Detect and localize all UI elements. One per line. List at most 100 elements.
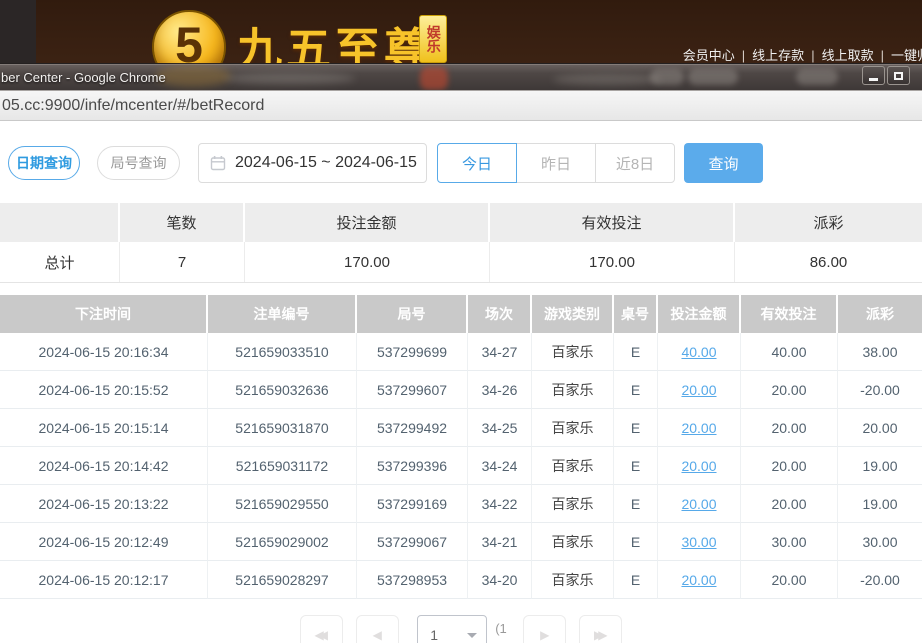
round-id: 537299492 xyxy=(357,409,468,447)
col-game: 游戏类别 xyxy=(532,295,614,333)
bet-time: 2024-06-15 20:16:34 xyxy=(0,333,208,371)
bet-amount-link[interactable]: 20.00 xyxy=(681,420,716,436)
col-valid-bet: 有效投注 xyxy=(741,295,838,333)
logo-badge: 娱乐 xyxy=(419,15,447,63)
blurred-decoration xyxy=(553,74,661,85)
summary-header-row: 笔数 投注金额 有效投注 派彩 xyxy=(0,203,922,242)
session: 34-24 xyxy=(468,447,532,485)
minimize-button[interactable] xyxy=(862,66,885,85)
round-id: 537299699 xyxy=(357,333,468,371)
table-row: 2024-06-15 20:16:34 521659033510 5372996… xyxy=(0,333,922,371)
bet-amount-link[interactable]: 20.00 xyxy=(681,496,716,512)
summary-header-bet-amount: 投注金额 xyxy=(245,203,490,242)
bet-amount-cell: 30.00 xyxy=(658,523,741,561)
bet-time: 2024-06-15 20:14:42 xyxy=(0,447,208,485)
total-label: 总计 xyxy=(0,242,120,282)
valid-bet: 20.00 xyxy=(741,561,838,599)
total-bet-amount: 170.00 xyxy=(245,242,490,282)
round-id: 537299067 xyxy=(357,523,468,561)
valid-bet: 20.00 xyxy=(741,371,838,409)
session: 34-22 xyxy=(468,485,532,523)
bet-amount-cell: 20.00 xyxy=(658,447,741,485)
col-session: 场次 xyxy=(468,295,532,333)
first-page-button[interactable]: ◀◀ xyxy=(300,615,343,643)
table-no: E xyxy=(614,371,658,409)
payout-cell: 19.00 xyxy=(838,447,922,485)
table-no: E xyxy=(614,485,658,523)
round-query-tab[interactable]: 局号查询 xyxy=(97,146,180,180)
game-type: 百家乐 xyxy=(532,333,614,371)
last-page-button[interactable]: ▶▶ xyxy=(579,615,622,643)
search-button[interactable]: 查询 xyxy=(684,143,763,183)
bet-time: 2024-06-15 20:12:17 xyxy=(0,561,208,599)
browser-titlebar[interactable]: ber Center - Google Chrome xyxy=(0,63,922,90)
bet-amount-link[interactable]: 30.00 xyxy=(681,534,716,550)
summary-header-payout: 派彩 xyxy=(735,203,922,242)
screen: 5 九五至尊 娱乐 会员中心|线上存款|线上取款|一键归 ber Center … xyxy=(0,0,922,643)
censored-blur xyxy=(688,69,738,85)
maximize-icon xyxy=(894,72,903,80)
calendar-icon xyxy=(210,155,226,171)
col-round: 局号 xyxy=(357,295,468,333)
col-time: 下注时间 xyxy=(0,295,208,333)
blurred-logo-ghost xyxy=(155,65,231,87)
table-row: 2024-06-15 20:15:14 521659031870 5372994… xyxy=(0,409,922,447)
table-no: E xyxy=(614,409,658,447)
dropdown-arrow-icon xyxy=(467,633,477,638)
maximize-button[interactable] xyxy=(887,66,910,85)
bet-amount-cell: 20.00 xyxy=(658,485,741,523)
game-type: 百家乐 xyxy=(532,561,614,599)
valid-bet: 20.00 xyxy=(741,485,838,523)
today-button[interactable]: 今日 xyxy=(437,143,517,183)
next-page-button[interactable]: ▶ xyxy=(523,615,566,643)
bet-id: 521659033510 xyxy=(208,333,357,371)
bet-amount-link[interactable]: 20.00 xyxy=(681,458,716,474)
bet-id: 521659032636 xyxy=(208,371,357,409)
date-query-tab[interactable]: 日期查询 xyxy=(8,146,80,180)
nav-withdraw[interactable]: 线上取款 xyxy=(822,48,874,63)
valid-bet: 30.00 xyxy=(741,523,838,561)
session: 34-26 xyxy=(468,371,532,409)
yesterday-button[interactable]: 昨日 xyxy=(516,143,596,183)
nav-separator: | xyxy=(742,48,745,63)
table-row: 2024-06-15 20:13:22 521659029550 5372991… xyxy=(0,485,922,523)
table-row: 2024-06-15 20:15:52 521659032636 5372996… xyxy=(0,371,922,409)
bet-amount-link[interactable]: 40.00 xyxy=(681,344,716,360)
address-bar[interactable]: 05.cc:9900/infe/mcenter/#/betRecord xyxy=(0,90,922,121)
bet-id: 521659029550 xyxy=(208,485,357,523)
bet-record-table: 下注时间 注单编号 局号 场次 游戏类别 桌号 投注金额 有效投注 派彩 202… xyxy=(0,295,922,599)
blurred-decoration xyxy=(225,73,355,84)
blurred-badge-seal xyxy=(420,67,448,90)
date-range-input[interactable]: 2024-06-15 ~ 2024-06-15 xyxy=(198,143,427,183)
bet-time: 2024-06-15 20:15:14 xyxy=(0,409,208,447)
table-header-row: 下注时间 注单编号 局号 场次 游戏类别 桌号 投注金额 有效投注 派彩 xyxy=(0,295,922,333)
page-select[interactable]: 1 xyxy=(417,615,487,643)
page-select-value: 1 xyxy=(430,627,438,643)
nav-deposit[interactable]: 线上存款 xyxy=(752,48,804,63)
bet-id: 521659031172 xyxy=(208,447,357,485)
payout-cell: -20.00 xyxy=(838,561,922,599)
nav-separator: | xyxy=(811,48,814,63)
round-id: 537299607 xyxy=(357,371,468,409)
prev-page-button[interactable]: ◀ xyxy=(356,615,399,643)
bet-amount-link[interactable]: 20.00 xyxy=(681,382,716,398)
round-id: 537299169 xyxy=(357,485,468,523)
nav-separator: | xyxy=(881,48,884,63)
summary-header-count: 笔数 xyxy=(120,203,245,242)
last8days-button[interactable]: 近8日 xyxy=(595,143,675,183)
nav-one-key[interactable]: 一键归 xyxy=(891,48,922,63)
session: 34-27 xyxy=(468,333,532,371)
session: 34-25 xyxy=(468,409,532,447)
pagination: ◀◀ ◀ 1 (1 ▶ ▶▶ xyxy=(0,615,922,643)
nav-member-center[interactable]: 会员中心 xyxy=(683,48,735,63)
prev-page-icon: ◀ xyxy=(373,628,382,642)
summary-total-row: 总计 7 170.00 170.00 86.00 xyxy=(0,242,922,283)
table-no: E xyxy=(614,561,658,599)
bet-amount-link[interactable]: 20.00 xyxy=(681,572,716,588)
censored-blur xyxy=(650,69,684,85)
bet-amount-cell: 20.00 xyxy=(658,371,741,409)
summary-header-valid-bet: 有效投注 xyxy=(490,203,735,242)
session: 34-20 xyxy=(468,561,532,599)
minimize-icon xyxy=(869,78,878,81)
game-type: 百家乐 xyxy=(532,523,614,561)
